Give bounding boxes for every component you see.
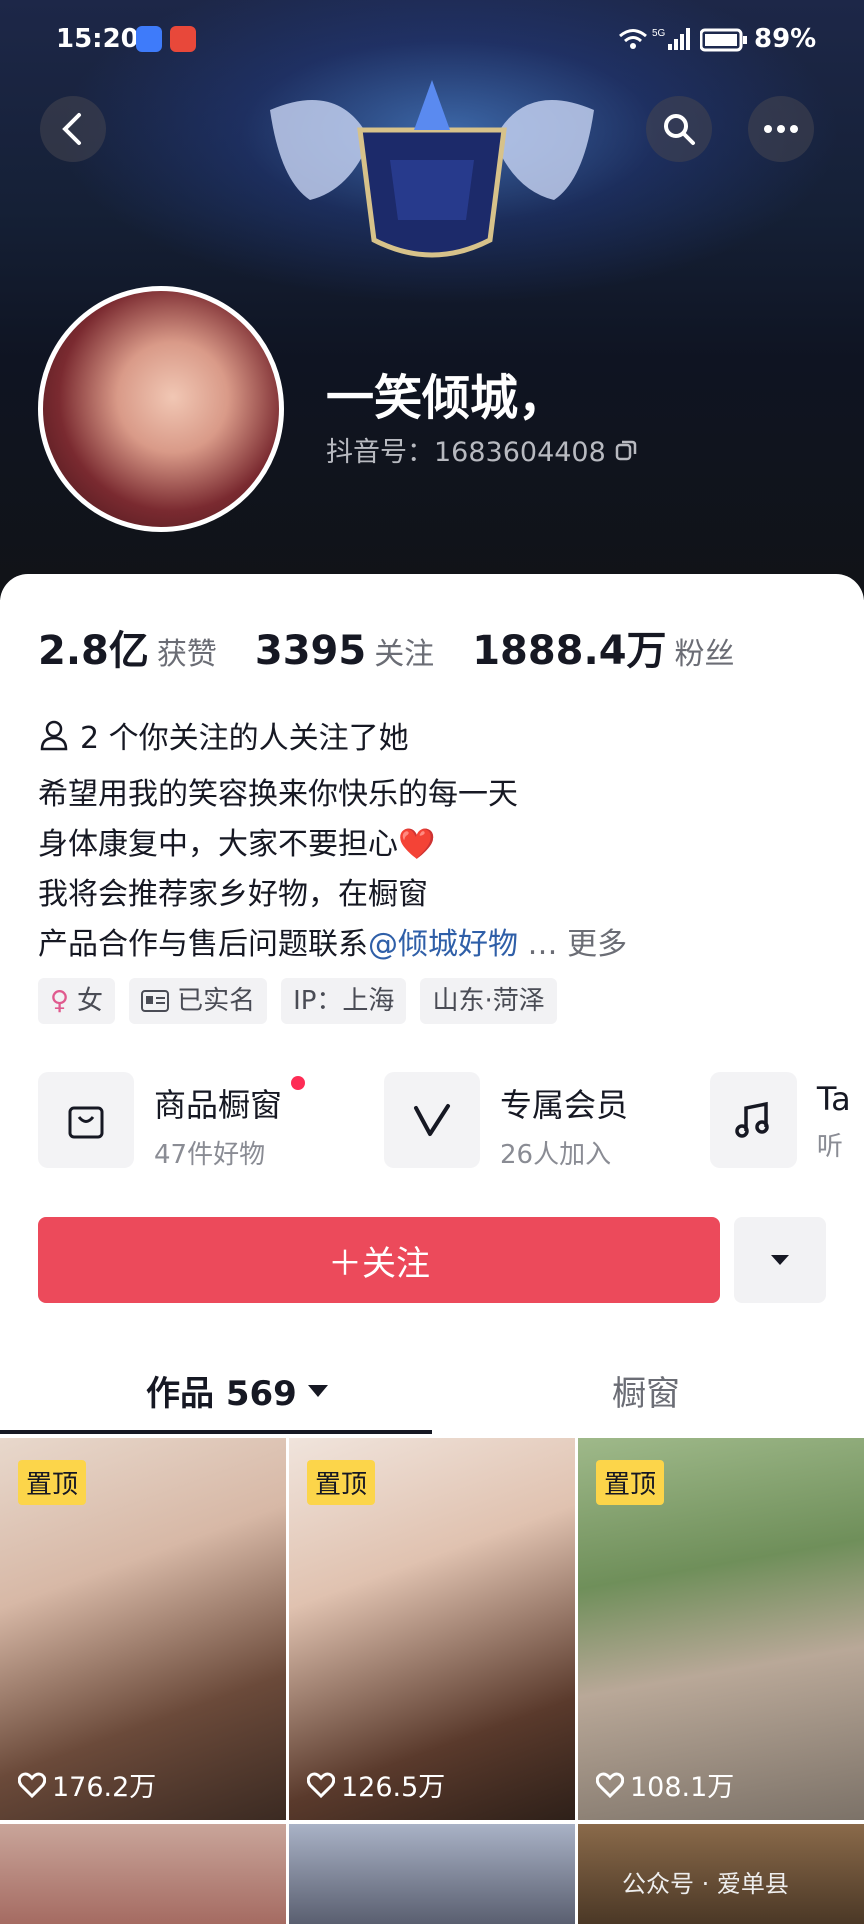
service-music[interactable]: Ta 听叫 xyxy=(710,1072,864,1170)
likes-label: 获赞 xyxy=(156,637,217,672)
battery-percentage: 89% xyxy=(754,24,817,54)
video-likes: 126.5万 xyxy=(307,1765,445,1804)
verified-tag-label: 已实名 xyxy=(177,986,256,1016)
video-likes-count: 108.1万 xyxy=(630,1772,735,1803)
person-icon xyxy=(40,720,68,751)
service-title: 商品橱窗 xyxy=(154,1086,283,1124)
video-likes: 108.1万 xyxy=(596,1765,734,1804)
svg-text:5G: 5G xyxy=(652,28,666,39)
video-likes-count: 176.2万 xyxy=(52,1772,157,1803)
back-button[interactable] xyxy=(40,96,106,162)
video-thumbnail[interactable]: 置顶 108.1万 xyxy=(578,1438,864,1820)
more-options-button[interactable] xyxy=(748,96,814,162)
profile-avatar[interactable] xyxy=(38,286,284,532)
mention-link[interactable]: @倾城好物 xyxy=(368,927,518,962)
profile-bio: 希望用我的笑容换来你快乐的每一天 身体康复中，大家不要担心❤️ 我将会推荐家乡好… xyxy=(38,770,627,970)
services-row: 商品橱窗 47件好物 专属会员 26人加入 Ta 听叫 xyxy=(38,1072,864,1170)
caret-down-icon xyxy=(307,1384,328,1397)
copy-icon[interactable] xyxy=(614,438,638,462)
id-card-icon xyxy=(141,990,170,1012)
female-icon: ♀ xyxy=(50,986,70,1016)
video-thumbnail[interactable] xyxy=(289,1824,575,1924)
service-subtitle: 听叫 xyxy=(816,1132,843,1170)
bio-line: 身体康复中，大家不要担心❤️ xyxy=(38,827,436,862)
tab-works[interactable]: 作品 569 xyxy=(146,1366,329,1415)
video-likes-count: 126.5万 xyxy=(341,1772,446,1803)
service-title: Ta xyxy=(816,1080,851,1118)
likes-count[interactable]: 2.8亿 xyxy=(38,618,149,676)
tab-shop-window[interactable]: 橱窗 xyxy=(612,1366,680,1415)
search-icon xyxy=(664,114,695,145)
bio-ellipsis: … xyxy=(518,927,568,962)
profile-tags: ♀ 女 已实名 IP：上海 山东·菏泽 xyxy=(38,978,571,1024)
profile-stats: 2.8亿 获赞 3395 关注 1888.4万 粉丝 xyxy=(38,618,773,676)
video-thumbnail[interactable]: 置顶 126.5万 xyxy=(289,1438,575,1820)
app-notification-icon xyxy=(170,26,196,52)
bio-line: 希望用我的笑容换来你快乐的每一天 xyxy=(38,777,518,812)
bio-line: 产品合作与售后问题联系@倾城好物 … 更多 xyxy=(38,920,627,970)
bio-line-text: 产品合作与售后问题联系 xyxy=(38,927,368,962)
heart-icon xyxy=(307,1772,335,1798)
mutual-follow[interactable]: 2 个你关注的人关注了她 xyxy=(38,713,409,757)
mutual-follow-text: 2 个你关注的人关注了她 xyxy=(80,721,409,756)
service-subtitle: 47件好物 xyxy=(154,1140,266,1170)
follow-button[interactable]: ＋关注 xyxy=(38,1217,720,1303)
battery-icon xyxy=(700,28,747,52)
douyin-id[interactable]: 抖音号：1683604408 xyxy=(326,430,638,469)
video-thumbnail[interactable]: 置顶 176.2万 xyxy=(0,1438,286,1820)
back-arrow-icon xyxy=(62,113,81,145)
status-time: 15:20 xyxy=(56,24,139,54)
video-likes: 176.2万 xyxy=(18,1765,156,1804)
verified-tag: 已实名 xyxy=(129,978,268,1024)
pinned-badge: 置顶 xyxy=(596,1460,665,1505)
pinned-badge: 置顶 xyxy=(18,1460,87,1505)
following-count[interactable]: 3395 xyxy=(255,628,366,674)
location-tag[interactable]: 山东·菏泽 xyxy=(420,978,557,1024)
v-icon xyxy=(384,1072,480,1168)
more-dots-icon xyxy=(764,125,798,133)
tab-works-label: 作品 569 xyxy=(146,1374,297,1414)
service-membership[interactable]: 专属会员 26人加入 xyxy=(384,1072,628,1170)
followers-count[interactable]: 1888.4万 xyxy=(472,618,666,676)
bio-more-link[interactable]: 更多 xyxy=(567,927,627,962)
service-subtitle: 26人加入 xyxy=(500,1140,612,1170)
pinned-badge: 置顶 xyxy=(307,1460,376,1505)
gender-tag: ♀ 女 xyxy=(38,978,116,1024)
service-title: 专属会员 xyxy=(500,1086,629,1124)
notification-dot xyxy=(291,1076,305,1090)
victory-emblem-image xyxy=(270,80,594,258)
follow-dropdown-button[interactable] xyxy=(734,1217,826,1303)
douyin-id-text: 抖音号：1683604408 xyxy=(326,437,606,468)
watermark-text: 公众号 · 爱单县 xyxy=(622,1870,789,1898)
bio-line: 我将会推荐家乡好物，在橱窗 xyxy=(38,877,428,912)
followers-label: 粉丝 xyxy=(674,637,735,672)
caret-down-icon xyxy=(771,1255,789,1265)
heart-icon xyxy=(18,1772,46,1798)
gender-tag-label: 女 xyxy=(77,986,104,1016)
wifi-icon xyxy=(619,29,647,49)
video-thumbnail[interactable] xyxy=(0,1824,286,1924)
service-shop-window[interactable]: 商品橱窗 47件好物 xyxy=(38,1072,305,1170)
profile-nickname: 一笑倾城， xyxy=(326,370,567,426)
heart-icon xyxy=(596,1772,624,1798)
search-button[interactable] xyxy=(646,96,712,162)
bag-icon xyxy=(38,1072,134,1168)
following-label: 关注 xyxy=(374,637,435,672)
ip-tag: IP：上海 xyxy=(281,978,407,1024)
app-notification-icon xyxy=(136,26,162,52)
music-icon xyxy=(710,1072,797,1168)
tab-underline xyxy=(0,1430,432,1434)
signal-icon: 5G xyxy=(652,28,690,50)
